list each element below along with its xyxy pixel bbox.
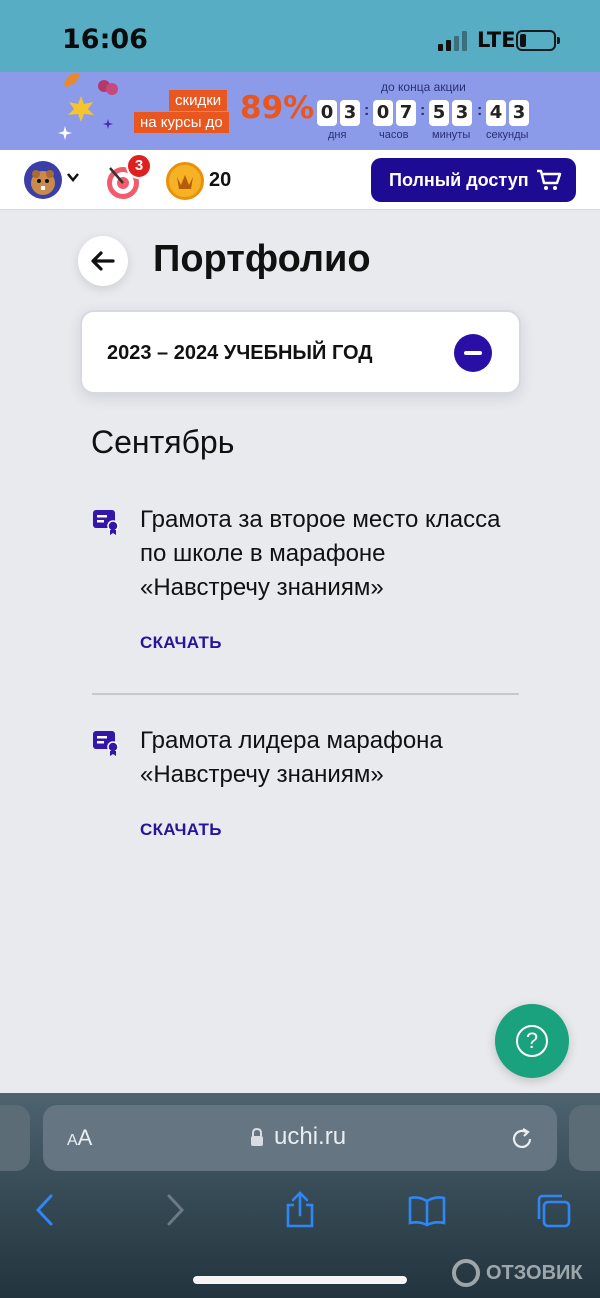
signal-icon: [438, 29, 470, 51]
promo-tag-courses: на курсы до: [134, 112, 229, 133]
timer-digit: 4: [486, 100, 506, 126]
network-type: LTE: [477, 28, 516, 52]
autumn-leaf-icon: [64, 72, 80, 87]
timer-digit: 0: [373, 100, 393, 126]
certificate-title: Грамота за второе место класса по школе …: [140, 506, 501, 601]
back-button[interactable]: [78, 236, 128, 286]
back-icon[interactable]: [34, 1193, 56, 1227]
bookmarks-icon[interactable]: [407, 1195, 447, 1227]
timer-unit-seconds: секунды: [486, 129, 529, 141]
help-button[interactable]: ?: [495, 1004, 569, 1078]
arrow-left-icon: [91, 251, 115, 271]
autumn-leaf-icon: [98, 80, 118, 95]
certificate-icon: [93, 731, 119, 756]
share-icon[interactable]: [284, 1191, 316, 1229]
next-tab-preview[interactable]: [569, 1105, 600, 1171]
beaver-avatar-icon: [31, 170, 55, 195]
tabs-icon[interactable]: [535, 1193, 573, 1229]
chevron-down-icon[interactable]: [66, 170, 80, 184]
coin-icon[interactable]: [166, 162, 204, 200]
timer-separator: :: [364, 102, 370, 119]
address-bar[interactable]: AA uchi.ru: [43, 1105, 557, 1171]
otzovik-watermark: ОТЗОВИК: [452, 1259, 583, 1287]
certificate-title: Грамота лидера марафона «Навстречу знани…: [140, 727, 443, 788]
page-title: Портфолио: [153, 238, 371, 280]
maple-leaf-icon: [68, 96, 94, 122]
certificate-item: Грамота лидера марафона «Навстречу знани…: [92, 724, 522, 854]
timer-digit: 0: [317, 100, 337, 126]
help-icon: ?: [516, 1025, 548, 1057]
lock-icon: [251, 1127, 263, 1146]
year-accordion[interactable]: 2023 – 2024 УЧЕБНЫЙ ГОД: [80, 310, 521, 394]
promo-percent: 89%: [240, 90, 315, 126]
timer-digit: 5: [429, 100, 449, 126]
timer-separator: :: [420, 102, 426, 119]
certificate-icon: [93, 510, 119, 535]
timer-unit-minutes: минуты: [432, 129, 471, 141]
url-text: uchi.ru: [274, 1123, 347, 1150]
full-access-button[interactable]: Полный доступ: [371, 158, 576, 202]
divider: [92, 693, 519, 695]
timer-digit: 3: [340, 100, 360, 126]
download-link[interactable]: СКАЧАТЬ: [140, 820, 222, 840]
sparkle-icon: [103, 119, 113, 129]
timer-unit-days: дня: [328, 129, 347, 141]
watermark-logo-icon: [452, 1259, 480, 1287]
cart-icon: [537, 169, 562, 190]
home-indicator[interactable]: [193, 1276, 407, 1284]
certificate-item: Грамота за второе место класса по школе …: [92, 503, 522, 663]
text-size-button[interactable]: AA: [67, 1125, 92, 1151]
year-label: 2023 – 2024 УЧЕБНЫЙ ГОД: [107, 342, 373, 364]
promo-banner[interactable]: скидки на курсы до 89% до конца акции 0 …: [0, 72, 600, 150]
reload-icon[interactable]: [509, 1126, 535, 1152]
full-access-label: Полный доступ: [389, 169, 529, 190]
timer-digit: 3: [509, 100, 529, 126]
timer-digit: 3: [452, 100, 472, 126]
battery-icon: [516, 30, 560, 51]
timer-unit-hours: часов: [379, 129, 409, 141]
promo-tag-discount: скидки: [169, 90, 228, 111]
avatar[interactable]: [24, 161, 62, 199]
sparkle-icon: [58, 126, 72, 140]
watermark-text: ОТЗОВИК: [486, 1261, 583, 1284]
previous-tab-preview[interactable]: [0, 1105, 30, 1171]
notification-badge: 3: [126, 153, 152, 179]
status-time: 16:06: [62, 24, 148, 55]
coin-count: 20: [209, 169, 232, 191]
month-title: Сентябрь: [91, 424, 235, 460]
promo-until-label: до конца акции: [381, 80, 466, 94]
download-link[interactable]: СКАЧАТЬ: [140, 633, 222, 653]
timer-digit: 7: [396, 100, 416, 126]
status-bar: 16:06 LTE: [0, 0, 600, 72]
timer-separator: :: [477, 102, 483, 119]
collapse-button[interactable]: [454, 334, 492, 372]
forward-icon[interactable]: [164, 1193, 186, 1227]
